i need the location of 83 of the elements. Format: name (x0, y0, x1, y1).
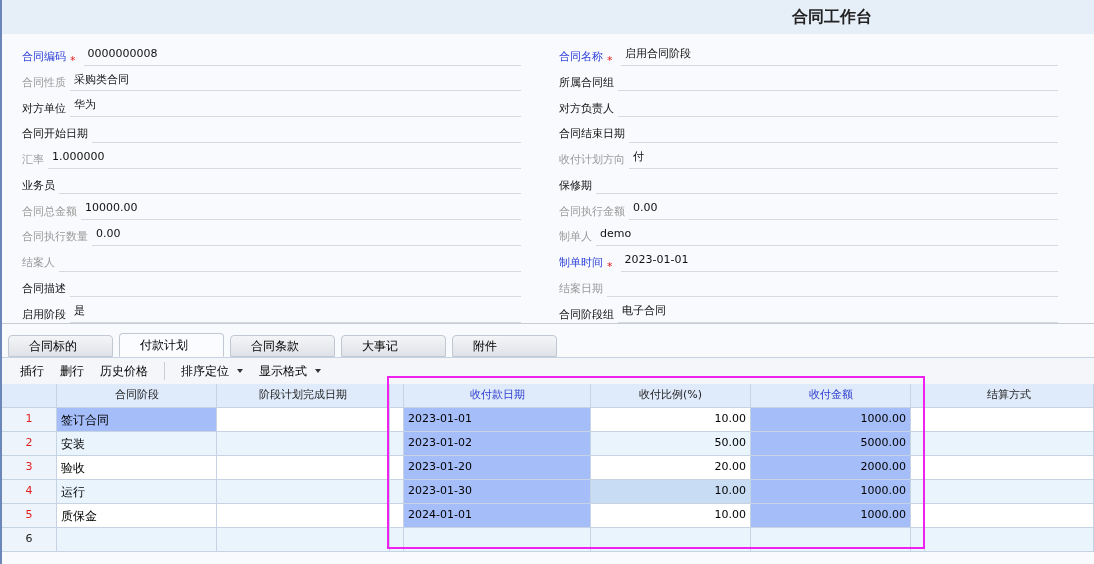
field-label: 合同开始日期 (22, 126, 88, 143)
toolbar-button[interactable]: 排序定位 (173, 362, 251, 380)
tab[interactable]: 合同条款 (230, 335, 335, 357)
field-label: 结案日期 (559, 280, 603, 297)
input-field[interactable]: 付 (629, 146, 1058, 169)
field-label: 合同执行数量 (22, 229, 88, 246)
table-cell: 20.00 (591, 456, 751, 480)
required-mark: * (607, 54, 613, 66)
input-field[interactable]: 华为 (70, 95, 521, 118)
spacer-cell (390, 456, 404, 480)
table-cell: 运行 (57, 480, 217, 504)
field-label: 合同描述 (22, 280, 66, 297)
table-cell: 签订合同 (57, 408, 217, 432)
tab[interactable]: 付款计划 (119, 333, 224, 357)
spacer-cell (390, 504, 404, 528)
input-field[interactable]: 采购类合同 (70, 69, 521, 92)
row-number: 5 (2, 504, 57, 528)
table-cell: 5000.00 (751, 432, 911, 456)
toolbar-button[interactable]: 删行 (52, 362, 92, 380)
input-field[interactable]: 是 (70, 301, 521, 324)
table-cell: 2024-01-01 (404, 504, 591, 528)
caret-icon (315, 369, 321, 373)
input-field[interactable]: 0.00 (92, 223, 521, 246)
table-cell: 50.00 (591, 432, 751, 456)
input-field[interactable]: 2023-01-01 (620, 249, 1058, 272)
required-mark: * (607, 260, 613, 272)
table-cell: 2023-01-02 (404, 432, 591, 456)
table-cell: 2000.00 (751, 456, 911, 480)
field-label: 业务员 (22, 177, 55, 194)
field-label: 合同性质 (22, 74, 66, 91)
row-number: 4 (2, 480, 57, 504)
field-label: 结案人 (22, 255, 55, 272)
tab[interactable]: 附件 (452, 335, 557, 357)
input-field[interactable]: 启用合同阶段 (620, 43, 1058, 66)
field-label: 汇率 (22, 152, 44, 169)
table-cell: 2023-01-20 (404, 456, 591, 480)
field-label: 对方负责人 (559, 100, 614, 117)
field-label: 合同编码 (22, 49, 66, 66)
toolbar-button[interactable]: 显示格式 (251, 362, 329, 380)
table-cell: 10.00 (591, 408, 751, 432)
row-number: 2 (2, 432, 57, 456)
table-cell: 2023-01-01 (404, 408, 591, 432)
table-cell: 10.00 (591, 480, 751, 504)
table-cell: 验收 (57, 456, 217, 480)
spacer-cell (390, 528, 404, 552)
caret-icon (237, 369, 243, 373)
input-field[interactable]: 0000000008 (83, 43, 521, 66)
field-label: 收付计划方向 (559, 152, 625, 169)
tab[interactable]: 合同标的 (8, 335, 113, 357)
spacer-cell (390, 408, 404, 432)
spacer-cell (390, 432, 404, 456)
toolbar-button[interactable]: 历史价格 (92, 362, 156, 380)
table-cell: 质保金 (57, 504, 217, 528)
table-cell: 1000.00 (751, 504, 911, 528)
input-field[interactable]: 电子合同 (618, 301, 1058, 324)
table-cell: 1000.00 (751, 480, 911, 504)
required-mark: * (70, 54, 76, 66)
row-number: 1 (2, 408, 57, 432)
field-label: 所属合同组 (559, 74, 614, 91)
table-cell: 1000.00 (751, 408, 911, 432)
field-label: 合同结束日期 (559, 126, 625, 143)
table-cell: 2023-01-30 (404, 480, 591, 504)
row-number: 3 (2, 456, 57, 480)
input-field[interactable]: 10000.00 (81, 198, 521, 221)
field-label: 合同阶段组 (559, 306, 614, 323)
table-cell: 10.00 (591, 504, 751, 528)
field-label: 制单人 (559, 229, 592, 246)
field-label: 启用阶段 (22, 306, 66, 323)
input-field[interactable]: 1.000000 (48, 146, 521, 169)
input-field[interactable]: 0.00 (629, 198, 1058, 221)
spacer-cell (390, 480, 404, 504)
tab[interactable]: 大事记 (341, 335, 446, 357)
field-label: 对方单位 (22, 100, 66, 117)
field-label: 合同总金额 (22, 203, 77, 220)
field-label: 合同执行金额 (559, 203, 625, 220)
input-field[interactable]: demo (596, 223, 1058, 246)
row-number: 6 (2, 528, 57, 552)
field-label: 合同名称 (559, 49, 603, 66)
field-label: 制单时间 (559, 255, 603, 272)
field-label: 保修期 (559, 177, 592, 194)
window-title: 合同工作台 (792, 6, 872, 28)
table-cell: 安装 (57, 432, 217, 456)
toolbar-button[interactable]: 插行 (12, 362, 52, 380)
